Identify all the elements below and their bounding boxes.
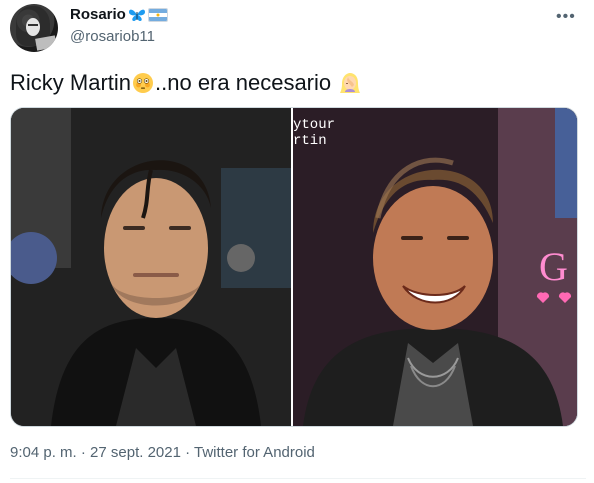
woman-facepalming-icon — [340, 73, 361, 93]
argentina-flag-icon — [147, 7, 168, 22]
avatar-face — [26, 18, 40, 36]
photo-right[interactable]: G ytour rtin — [293, 108, 577, 426]
photo-right-overlay-line1: ytour — [293, 117, 335, 133]
tweet-media[interactable]: G ytour rtin — [10, 107, 578, 427]
tweet-timestamp[interactable]: 9:04 p. m. · 27 sept. 2021 · Twitter for… — [10, 444, 315, 461]
flushed-face-icon — [133, 73, 154, 93]
avatar-hand — [35, 35, 57, 51]
tweet-text-part-2: ..no era necesario — [155, 70, 332, 95]
author-name-row[interactable]: Rosario — [70, 6, 168, 23]
more-options-button[interactable]: ••• — [556, 8, 576, 26]
avatar[interactable] — [10, 4, 58, 52]
display-name[interactable]: Rosario — [70, 6, 126, 23]
photo-right-illustration: G ytour rtin — [293, 108, 577, 426]
tweet-text: Ricky Martin ..no era necesario — [10, 69, 362, 97]
avatar-eyes — [28, 24, 38, 26]
tweet-text-part-1: Ricky Martin — [10, 70, 132, 95]
photo-right-letter: G — [539, 244, 568, 289]
photo-left-illustration — [11, 108, 291, 426]
divider — [10, 478, 586, 479]
author-handle[interactable]: @rosariob11 — [70, 28, 155, 45]
photo-right-overlay-line2: rtin — [293, 133, 327, 149]
butterfly-icon — [128, 9, 145, 21]
photo-left[interactable] — [11, 108, 291, 426]
